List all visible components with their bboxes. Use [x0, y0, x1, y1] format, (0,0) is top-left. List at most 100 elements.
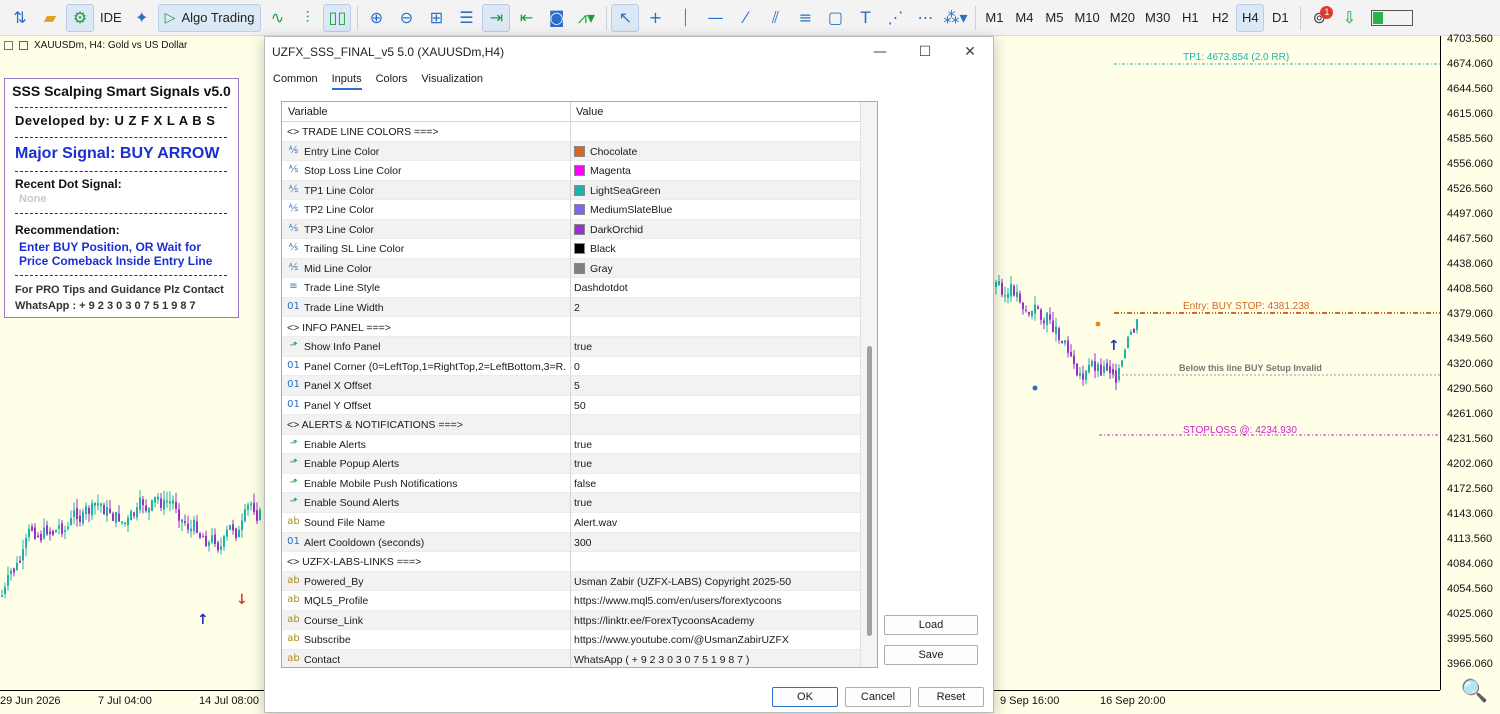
tile-windows-icon[interactable]: ⊞ [422, 4, 450, 32]
notifications-icon[interactable]: ⊚ 1 [1305, 4, 1334, 32]
color-swatch[interactable] [574, 223, 585, 235]
input-row[interactable]: ⬏ Enable Mobile Push Notifications false [282, 474, 860, 494]
color-swatch[interactable] [574, 243, 585, 255]
input-row[interactable]: ⬏ Enable Popup Alerts true [282, 454, 860, 474]
input-row[interactable]: 01 Alert Cooldown (seconds) 300 [282, 532, 860, 553]
chart-grid-icon[interactable] [19, 41, 28, 50]
input-row[interactable]: <> UZFX-LABS-LINKS ===> [282, 552, 860, 572]
input-value[interactable]: Alert.wav [574, 517, 617, 529]
input-row[interactable]: ⅍ Mid Line Color Gray [282, 258, 860, 279]
input-row[interactable]: ab Course_Link https://linktr.ee/ForexTyco… [282, 610, 860, 631]
timeframe-m1[interactable]: M1 [980, 4, 1008, 32]
variable-column-header[interactable]: Variable [288, 106, 328, 118]
input-value[interactable]: LightSeaGreen [590, 185, 661, 197]
input-row[interactable]: ab Contact WhatsApp ( + 9 2 3 0 3 0 7 5 1… [282, 649, 860, 667]
minimize-icon[interactable]: — [865, 41, 895, 63]
input-value[interactable]: 300 [574, 537, 592, 549]
zoom-magnifier-icon[interactable]: 🔍 [1461, 679, 1488, 704]
timeframe-m30[interactable]: M30 [1141, 4, 1174, 32]
input-value[interactable]: DarkOrchid [590, 224, 643, 236]
input-row[interactable]: 01 Panel Corner (0=LeftTop,1=RightTop,2=L… [282, 357, 860, 377]
value-column-header[interactable]: Value [576, 106, 603, 118]
input-value[interactable]: 50 [574, 400, 586, 412]
input-value[interactable]: Chocolate [590, 146, 637, 158]
input-value[interactable]: true [574, 458, 592, 470]
ok-button[interactable]: OK [772, 687, 838, 707]
input-value[interactable]: Dashdotdot [574, 282, 628, 294]
cursor-icon[interactable]: ↖ [611, 3, 640, 32]
input-row[interactable]: ab Subscribe https://www.youtube.com/@Usma… [282, 630, 860, 650]
column-divider[interactable] [570, 102, 571, 667]
autoscroll-icon[interactable]: ⇥ [482, 3, 511, 32]
input-row[interactable]: ab Powered_By Usman Zabir (UZFX-LABS) Copy… [282, 571, 860, 592]
templates-icon[interactable]: ☰ [452, 4, 480, 32]
input-value[interactable]: true [574, 497, 592, 509]
input-row[interactable]: ⅍ Stop Loss Line Color Magenta [282, 161, 860, 181]
cancel-button[interactable]: Cancel [845, 687, 911, 707]
reset-button[interactable]: Reset [918, 687, 984, 707]
vertical-line-icon[interactable]: ⏐ [671, 4, 699, 32]
input-row[interactable]: <> TRADE LINE COLORS ===> [282, 122, 860, 142]
chart-shift-icon[interactable]: ⇤ [512, 4, 540, 32]
signal-icon[interactable]: ⇩ [1335, 4, 1363, 32]
input-row[interactable]: ⬏ Enable Alerts true [282, 435, 860, 455]
input-row[interactable]: ⬏ Show Info Panel true [282, 337, 860, 357]
timeframe-m4[interactable]: M4 [1010, 4, 1038, 32]
input-row[interactable]: ⅍ TP2 Line Color MediumSlateBlue [282, 200, 860, 220]
chart-menu-icon[interactable] [4, 41, 13, 50]
price-axis[interactable]: 4703.560 4674.060 4644.560 4615.060 4585.560… [1440, 33, 1500, 690]
input-value[interactable]: MediumSlateBlue [590, 204, 672, 216]
arrow-tools-icon[interactable]: ⋯ [911, 4, 939, 32]
indicators-icon[interactable]: ⩘▾ [572, 4, 600, 32]
algo-trading-button[interactable]: ▷ Algo Trading [157, 3, 262, 32]
open-folder-icon[interactable]: ▰ [36, 4, 64, 32]
color-swatch[interactable] [574, 204, 585, 216]
line-chart-icon[interactable]: ∿ [263, 4, 291, 32]
input-row[interactable]: <> ALERTS & NOTIFICATIONS ===> [282, 415, 860, 435]
scrollbar-thumb[interactable] [867, 346, 872, 636]
input-row[interactable]: ≡ Trade Line Style Dashdotdot [282, 278, 860, 298]
input-value[interactable]: true [574, 341, 592, 353]
horizontal-line-icon[interactable]: — [701, 4, 729, 32]
fibonacci-icon[interactable]: ≡ [791, 4, 819, 32]
timeframe-h1[interactable]: H1 [1176, 4, 1204, 32]
input-value[interactable]: 0 [574, 361, 580, 373]
inputs-grid[interactable]: Variable Value <> TRADE LINE COLORS ===>… [281, 101, 878, 668]
color-swatch[interactable] [574, 184, 585, 196]
color-swatch[interactable] [574, 145, 585, 157]
input-row[interactable]: 01 Panel Y Offset 50 [282, 396, 860, 416]
objects-menu-icon[interactable]: ⁂▾ [941, 4, 969, 32]
timeframe-d1[interactable]: D1 [1266, 4, 1294, 32]
zoom-out-icon[interactable]: ⊖ [392, 4, 420, 32]
input-value[interactable]: Gray [590, 263, 613, 275]
input-row[interactable]: ⅍ Entry Line Color Chocolate [282, 141, 860, 162]
tab-common[interactable]: Common [273, 73, 318, 90]
trendline-icon[interactable]: ⁄ [731, 4, 759, 32]
input-value[interactable]: WhatsApp ( + 9 2 3 0 3 0 7 5 1 9 8 7 ) [574, 654, 749, 666]
input-value[interactable]: Magenta [590, 165, 631, 177]
input-row[interactable]: ab MQL5_Profile https://www.mql5.com/en/us… [282, 591, 860, 611]
input-row[interactable]: ab Sound File Name Alert.wav [282, 513, 860, 533]
tab-inputs[interactable]: Inputs [331, 73, 362, 90]
input-row[interactable]: ⅍ TP3 Line Color DarkOrchid [282, 219, 860, 240]
input-value[interactable]: 5 [574, 380, 580, 392]
input-value[interactable]: https://www.youtube.com/@UsmanZabirUZFX [574, 634, 789, 646]
input-value[interactable]: https://www.mql5.com/en/users/forextycoo… [574, 595, 782, 607]
input-row[interactable]: ⅍ TP1 Line Color LightSeaGreen [282, 180, 860, 201]
zoom-in-icon[interactable]: ⊕ [362, 4, 390, 32]
input-value[interactable]: true [574, 439, 592, 451]
color-swatch[interactable] [574, 262, 585, 274]
text-icon[interactable]: T [851, 4, 879, 32]
gann-icon[interactable]: ⋰ [881, 4, 909, 32]
input-row[interactable]: ⬏ Enable Sound Alerts true [282, 493, 860, 513]
timeframe-m10[interactable]: M10 [1070, 4, 1103, 32]
screenshot-icon[interactable]: ◙ [542, 4, 570, 32]
input-row[interactable]: <> INFO PANEL ===> [282, 318, 860, 337]
input-row[interactable]: 01 Panel X Offset 5 [282, 376, 860, 396]
settings-gear-icon[interactable]: ⚙ [66, 3, 94, 32]
ide-button[interactable]: IDE [96, 4, 126, 32]
load-button[interactable]: Load [884, 615, 978, 635]
crosshair-icon[interactable]: + [641, 4, 669, 32]
tab-visualization[interactable]: Visualization [421, 73, 483, 90]
timeframe-h4[interactable]: H4 [1236, 3, 1265, 32]
